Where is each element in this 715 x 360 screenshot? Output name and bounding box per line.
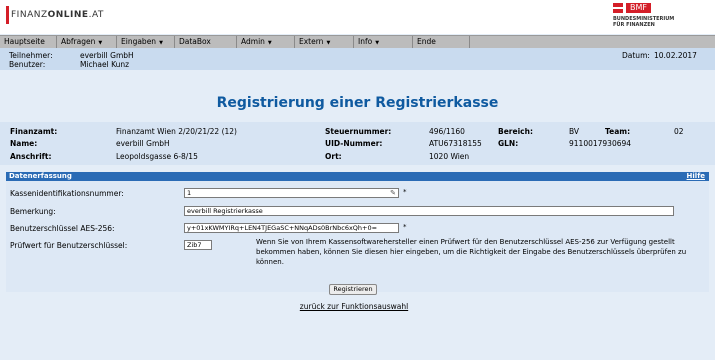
gln-value: 9110017930694 (569, 139, 632, 148)
data-entry-form: Datenerfassung Hilfe Kassenidentifikatio… (6, 172, 709, 292)
teilnehmer-label: Teilnehmer: (9, 51, 53, 60)
menu-admin[interactable]: Admin ▼ (237, 36, 295, 48)
anschrift-value: Leopoldsgasse 6-8/15 (116, 152, 198, 161)
menu-abfragen[interactable]: Abfragen ▼ (57, 36, 117, 48)
logo-text-bold: ONLINE (47, 10, 89, 20)
pruefwert-help-text: Wenn Sie von Ihrem Kassensoftwareherstel… (256, 238, 687, 266)
section-title: Datenerfassung (9, 172, 72, 180)
chevron-down-icon: ▼ (267, 40, 272, 46)
bmf-flag-icon (613, 3, 623, 13)
gln-label: GLN: (498, 139, 519, 148)
name-label: Name: (10, 139, 38, 148)
benutzer-label: Benutzer: (9, 60, 46, 69)
chevron-down-icon: ▼ (326, 40, 331, 46)
taxpayer-details: Finanzamt: Finanzamt Wien 2/20/21/22 (12… (0, 122, 715, 165)
finanzonline-logo[interactable]: FINANZONLINE.AT (6, 4, 104, 26)
pruefwert-input[interactable]: Zib7 (184, 240, 212, 250)
kassen-id-input[interactable]: 1 ✎ (184, 188, 399, 198)
chevron-down-icon: ▼ (159, 40, 163, 46)
hilfe-link[interactable]: Hilfe (687, 172, 705, 181)
page-title: Registrierung einer Registrierkasse (216, 95, 499, 111)
chevron-down-icon: ▼ (375, 40, 380, 46)
required-marker: * (403, 223, 407, 231)
bereich-label: Bereich: (498, 127, 533, 136)
bmf-logo: BMF BUNDESMINISTERIUM FÜR FINANZEN (613, 3, 693, 28)
session-info: Teilnehmer: everbill GmbH Benutzer: Mich… (0, 48, 715, 70)
bemerkung-input[interactable]: everbill Registrierkasse (184, 206, 674, 216)
aes-key-input[interactable]: y+01xKWMYIRq+LEN4TJEGaSC+NNqADs0BrNbc6xQ… (184, 223, 399, 233)
finanzamt-label: Finanzamt: (10, 127, 58, 136)
menu-ende[interactable]: Ende (413, 36, 470, 48)
benutzer-value: Michael Kunz (80, 60, 130, 69)
aes-key-label: Benutzerschlüssel AES-256: (10, 224, 115, 233)
ort-value: 1020 Wien (429, 152, 470, 161)
logo-text-suffix: .AT (88, 10, 104, 20)
bmf-subtitle-line2: FÜR FINANZEN (613, 22, 655, 28)
menu-hauptseite[interactable]: Hauptseite (0, 36, 57, 48)
section-header: Datenerfassung Hilfe (6, 172, 709, 181)
team-label: Team: (605, 127, 631, 136)
back-to-functions-link[interactable]: zurück zur Funktionsauswahl (0, 302, 708, 311)
pencil-icon[interactable]: ✎ (390, 189, 396, 197)
logo-text-plain: FINANZ (11, 10, 48, 20)
ort-label: Ort: (325, 152, 342, 161)
uid-value: ATU67318155 (429, 139, 482, 148)
austrian-flag-icon (6, 6, 9, 24)
register-button[interactable]: Registrieren (329, 284, 377, 295)
team-value: 02 (674, 127, 684, 136)
name-value: everbill GmbH (116, 139, 170, 148)
pruefwert-label: Prüfwert für Benutzerschlüssel: (10, 241, 128, 250)
chevron-down-icon: ▼ (98, 40, 103, 46)
datum-label: Datum: (622, 51, 650, 60)
uid-label: UID-Nummer: (325, 139, 383, 148)
bereich-value: BV (569, 127, 580, 136)
menu-eingaben[interactable]: Eingaben ▼ (117, 36, 175, 48)
datum-value: 10.02.2017 (654, 51, 697, 60)
header: FINANZONLINE.AT BMF BUNDESMINISTERIUM FÜ… (0, 0, 715, 34)
teilnehmer-value: everbill GmbH (80, 51, 134, 60)
bemerkung-label: Bemerkung: (10, 207, 56, 216)
bmf-label: BMF (626, 3, 651, 13)
steuernummer-label: Steuernummer: (325, 127, 392, 136)
finanzamt-value: Finanzamt Wien 2/20/21/22 (12) (116, 127, 237, 136)
anschrift-label: Anschrift: (10, 152, 52, 161)
required-marker: * (403, 188, 407, 196)
main-menu: Hauptseite Abfragen ▼ Eingaben ▼ DataBox A… (0, 35, 715, 49)
menu-databox[interactable]: DataBox (175, 36, 237, 48)
menu-info[interactable]: Info ▼ (354, 36, 413, 48)
kassen-id-label: Kassenidentifikationsnummer: (10, 189, 124, 198)
steuernummer-value: 496/1160 (429, 127, 465, 136)
menu-extern[interactable]: Extern ▼ (295, 36, 354, 48)
